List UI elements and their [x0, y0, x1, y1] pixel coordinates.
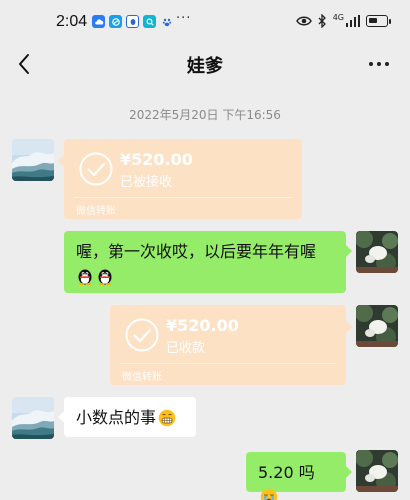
status-time: 2:04: [56, 13, 88, 30]
my-avatar[interactable]: [356, 231, 398, 273]
penguin-emoji-icon: [76, 267, 94, 285]
contact-avatar[interactable]: [12, 139, 54, 181]
status-more-dots: ···: [176, 11, 192, 26]
bluetooth-icon: [318, 14, 326, 28]
transfer-card-received[interactable]: ¥520.00 已被接收 微信转账: [58, 139, 302, 219]
transfer-divider: [120, 363, 336, 364]
transfer-amount: ¥520.00: [120, 150, 193, 169]
transfer-divider: [74, 197, 292, 198]
message-text: 小数点的事: [76, 408, 157, 427]
transfer-card-accepted[interactable]: ¥520.00 已收款 微信转账: [110, 305, 352, 385]
message-text: 喔，第一次收哎，以后要年年有喔: [76, 242, 317, 261]
message-bubble-received[interactable]: 小数点的事: [58, 397, 196, 437]
check-circle-icon: [125, 318, 159, 352]
transfer-status: 已收款: [166, 341, 206, 356]
signal-4g-label: 4G: [332, 12, 344, 22]
status-bar: 2:04 ··· 4G: [0, 0, 410, 44]
message-timestamp: 2022年5月20日 下午16:56: [129, 108, 281, 122]
transfer-footer-label: 微信转账: [76, 206, 116, 217]
message-bubble-sent[interactable]: 5.20 吗: [246, 452, 352, 500]
message-text: 5.20 吗: [258, 463, 315, 482]
qq-app-icon: [126, 15, 139, 28]
penguin-emoji-icon: [96, 267, 114, 285]
cloud-app-icon: [92, 15, 105, 28]
transfer-status: 已被接收: [120, 175, 173, 190]
chat-header: 娃爹: [0, 44, 410, 84]
more-dot-icon: [369, 62, 373, 66]
more-options-button[interactable]: [364, 50, 394, 78]
transfer-amount: ¥520.00: [166, 316, 239, 335]
status-indicators: 4G: [295, 12, 391, 28]
battery-icon: [366, 15, 391, 27]
my-avatar[interactable]: [356, 450, 398, 492]
message-bubble-sent[interactable]: 喔，第一次收哎，以后要年年有喔: [64, 231, 352, 293]
browser-app-icon: [109, 15, 122, 28]
my-avatar[interactable]: [356, 305, 398, 347]
check-circle-icon: [79, 152, 113, 186]
signal-icon: [346, 15, 360, 27]
contact-avatar[interactable]: [12, 397, 54, 439]
more-dot-icon: [385, 62, 389, 66]
status-app-icons: [92, 15, 173, 29]
baidu-app-icon: [160, 15, 173, 28]
search-app-icon: [143, 15, 156, 28]
transfer-footer-label: 微信转账: [122, 372, 162, 383]
chat-title: 娃爹: [187, 56, 223, 77]
eye-icon: [295, 16, 312, 26]
grimace-emoji-icon: [158, 409, 176, 427]
crying-emoji-icon: [260, 488, 278, 500]
more-dot-icon: [377, 62, 381, 66]
